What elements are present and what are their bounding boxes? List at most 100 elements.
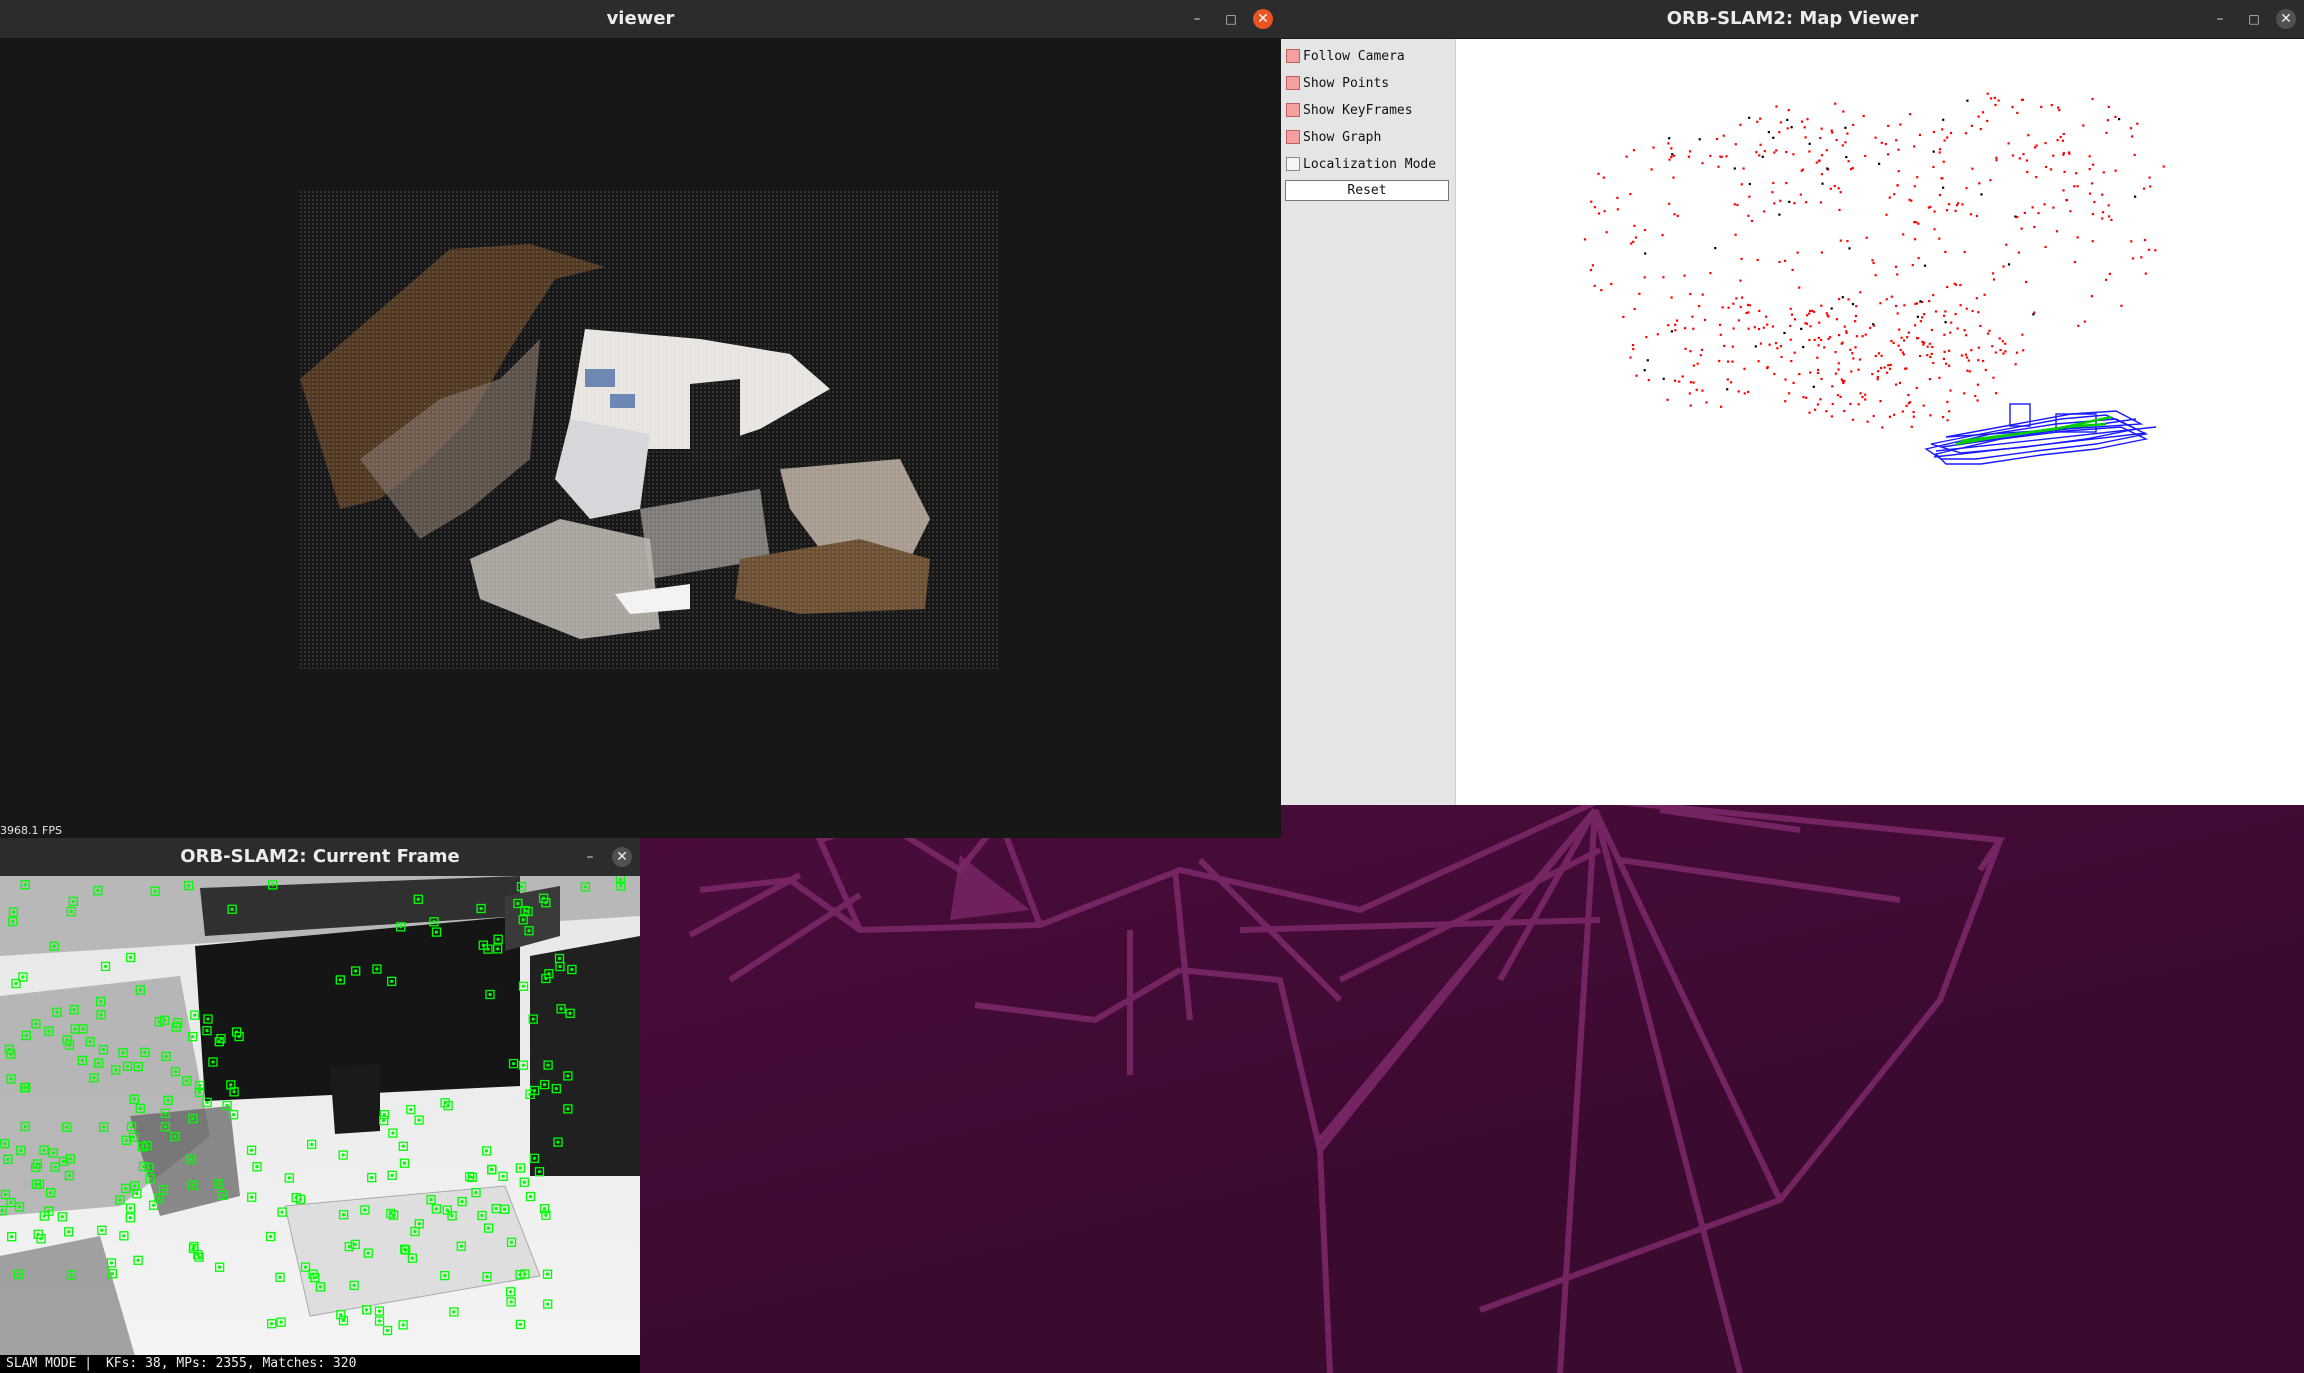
orb-feature-point xyxy=(124,1138,129,1142)
map-point xyxy=(2075,172,2078,175)
map-control-panel: Follow Camera Show Points Show KeyFrames… xyxy=(1281,39,1457,805)
map-point xyxy=(1931,345,1934,349)
minimize-icon[interactable]: – xyxy=(2210,9,2230,29)
map-point xyxy=(1953,282,1956,285)
minimize-icon[interactable]: – xyxy=(1187,9,1207,29)
map-point xyxy=(1816,356,1819,359)
map-point xyxy=(1666,398,1669,401)
map-point xyxy=(1789,307,1792,310)
orb-feature-point xyxy=(278,1275,282,1279)
current-frame-window[interactable]: ORB-SLAM2: Current Frame – ✕ SLAM MODE |… xyxy=(0,838,640,1373)
orb-feature-point xyxy=(35,1162,40,1166)
map-point xyxy=(1950,321,1953,324)
map-point xyxy=(1954,313,1957,316)
map-point xyxy=(1748,116,1751,119)
maximize-icon[interactable]: □ xyxy=(2244,9,2264,29)
map-point xyxy=(1817,368,1820,371)
map-point xyxy=(1820,377,1823,381)
map-point xyxy=(1933,228,1936,231)
show-keyframes-checkbox[interactable]: Show KeyFrames xyxy=(1286,100,1413,120)
map-point xyxy=(1829,336,1832,339)
close-icon[interactable]: ✕ xyxy=(612,847,632,867)
map-point xyxy=(1736,203,1739,207)
minimize-icon[interactable]: – xyxy=(580,847,600,867)
orb-feature-point xyxy=(268,1234,273,1239)
orb-feature-point xyxy=(527,929,531,933)
map-point xyxy=(1814,408,1817,411)
map-point xyxy=(1912,410,1915,414)
map-point xyxy=(1910,425,1913,428)
orb-feature-point xyxy=(135,1192,139,1196)
map-point xyxy=(2129,127,2133,130)
orb-feature-point xyxy=(318,1285,323,1289)
map-point xyxy=(1783,331,1786,335)
current-frame-titlebar[interactable]: ORB-SLAM2: Current Frame – ✕ xyxy=(0,838,640,877)
close-icon[interactable]: ✕ xyxy=(1253,9,1273,29)
orb-feature-point xyxy=(34,1182,39,1186)
orb-feature-point xyxy=(161,1188,165,1192)
map-point xyxy=(2136,122,2139,125)
map-point xyxy=(2022,349,2025,352)
map-point xyxy=(1809,325,1812,328)
map-3d-canvas[interactable] xyxy=(1456,39,2304,805)
map-point xyxy=(2144,272,2147,275)
checkbox-checked-icon[interactable] xyxy=(1286,49,1300,63)
map-point xyxy=(1730,381,1733,384)
map-point xyxy=(1932,165,1935,168)
map-point xyxy=(2020,98,2024,102)
localization-mode-checkbox[interactable]: Localization Mode xyxy=(1286,154,1436,174)
map-point xyxy=(1963,329,1966,332)
map-point xyxy=(1722,134,1725,137)
orb-feature-point xyxy=(303,1265,308,1269)
close-icon[interactable]: ✕ xyxy=(2276,9,2296,29)
orb-feature-point xyxy=(92,1076,96,1080)
map-point xyxy=(1855,335,1858,338)
orb-feature-point xyxy=(443,1273,447,1278)
checkbox-checked-icon[interactable] xyxy=(1286,130,1300,144)
camera-frame-image xyxy=(0,876,640,1373)
orb-feature-point xyxy=(566,1107,570,1111)
maximize-icon[interactable]: □ xyxy=(1221,9,1241,29)
checkbox-unchecked-icon[interactable] xyxy=(1286,157,1300,171)
orb-feature-point xyxy=(375,967,379,971)
map-point xyxy=(1979,128,1982,131)
map-point xyxy=(1929,414,1932,417)
map-point xyxy=(1881,426,1884,429)
map-point xyxy=(1946,136,1949,139)
map-point xyxy=(2057,106,2060,109)
show-graph-label: Show Graph xyxy=(1303,129,1382,145)
orb-feature-point xyxy=(6,1157,10,1161)
map-point xyxy=(1977,346,1980,349)
reset-button[interactable]: Reset xyxy=(1285,180,1449,201)
map-point xyxy=(1805,201,1808,204)
orb-feature-point xyxy=(409,1107,413,1112)
pointcloud-canvas[interactable]: 3968.1 FPS xyxy=(0,39,1281,838)
map-point xyxy=(1942,357,1945,360)
viewer-titlebar[interactable]: viewer – □ ✕ xyxy=(0,0,1281,39)
map-viewer-titlebar[interactable]: ORB-SLAM2: Map Viewer – □ ✕ xyxy=(1281,0,2304,39)
map-point xyxy=(1902,353,1905,356)
map-point xyxy=(1643,276,1646,279)
show-points-checkbox[interactable]: Show Points xyxy=(1286,73,1389,93)
show-graph-checkbox[interactable]: Show Graph xyxy=(1286,127,1381,147)
checkbox-checked-icon[interactable] xyxy=(1286,76,1300,90)
orb-feature-point xyxy=(496,937,500,941)
map-point xyxy=(1909,113,1912,116)
follow-camera-checkbox[interactable]: Follow Camera xyxy=(1286,46,1405,66)
map-point xyxy=(1834,102,1837,105)
map-point xyxy=(1850,168,1853,171)
map-point xyxy=(1779,199,1782,202)
map-point xyxy=(1718,323,1722,326)
map-point xyxy=(1876,378,1879,381)
map-point xyxy=(1667,324,1670,327)
map-point xyxy=(1974,394,1977,398)
map-viewer-window[interactable]: ORB-SLAM2: Map Viewer – □ ✕ Follow Camer… xyxy=(1281,0,2304,805)
map-point xyxy=(1610,283,1613,286)
map-point xyxy=(1793,318,1796,321)
map-point xyxy=(1975,297,1978,300)
map-point xyxy=(1784,378,1787,381)
pointcloud-viewer-window[interactable]: viewer – □ ✕ 3968.1 FPS xyxy=(0,0,1281,838)
map-point xyxy=(1826,167,1829,170)
checkbox-checked-icon[interactable] xyxy=(1286,103,1300,117)
orb-feature-point xyxy=(450,1214,454,1218)
